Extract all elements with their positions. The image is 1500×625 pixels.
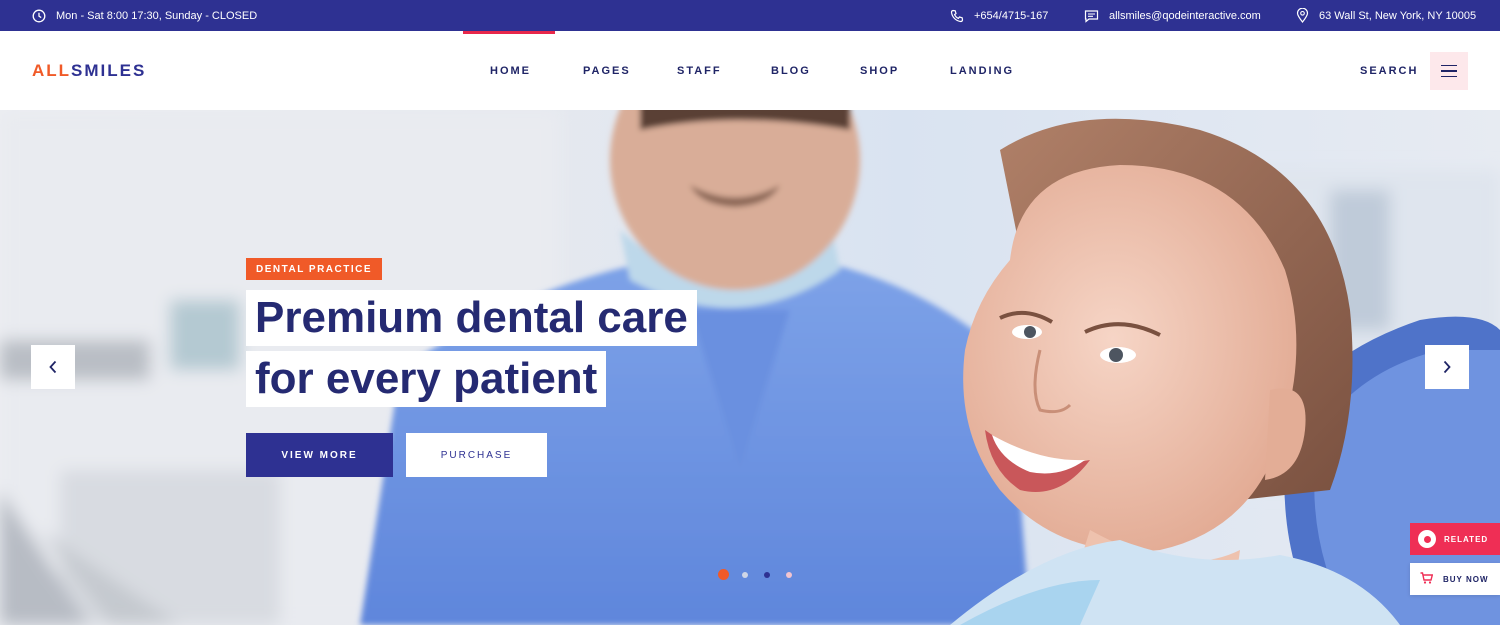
- slider-dot-1[interactable]: [718, 569, 729, 580]
- address-text: 63 Wall St, New York, NY 10005: [1319, 9, 1477, 22]
- opening-hours: Mon - Sat 8:00 17:30, Sunday - CLOSED: [32, 0, 257, 31]
- nav-item-blog[interactable]: BLOG: [771, 31, 811, 110]
- phone-contact[interactable]: +654/4715-167: [950, 0, 1048, 31]
- slider-dot-4[interactable]: [786, 571, 792, 578]
- address-contact: 63 Wall St, New York, NY 10005: [1296, 0, 1476, 31]
- opening-hours-text: Mon - Sat 8:00 17:30, Sunday - CLOSED: [56, 9, 258, 22]
- cart-icon: [1420, 572, 1434, 586]
- related-widget[interactable]: RELATED: [1410, 523, 1500, 555]
- logo-part-smiles: SMILES: [71, 61, 147, 80]
- hero-headline-line1: Premium dental care: [246, 290, 697, 346]
- nav-item-staff[interactable]: STAFF: [677, 31, 722, 110]
- hero-slider: DENTAL PRACTICE Premium dental care for …: [0, 110, 1500, 625]
- hamburger-icon[interactable]: [1430, 52, 1468, 90]
- slider-next-button[interactable]: [1425, 345, 1469, 389]
- chevron-left-icon: [49, 360, 57, 374]
- related-icon: [1418, 530, 1436, 548]
- message-icon: [1084, 9, 1099, 23]
- top-info-bar: Mon - Sat 8:00 17:30, Sunday - CLOSED +6…: [0, 0, 1500, 31]
- buy-now-widget[interactable]: BUY NOW: [1410, 563, 1500, 595]
- email-address[interactable]: allsmiles@qodeinteractive.com: [1109, 10, 1261, 22]
- slider-dot-2[interactable]: [742, 571, 748, 578]
- phone-icon: [950, 9, 964, 23]
- location-pin-icon: [1296, 8, 1309, 23]
- nav-item-shop[interactable]: SHOP: [860, 31, 899, 110]
- nav-item-pages[interactable]: PAGES: [583, 31, 631, 110]
- email-contact[interactable]: allsmiles@qodeinteractive.com: [1084, 0, 1261, 31]
- logo[interactable]: ALLSMILES: [32, 61, 146, 81]
- nav-item-landing[interactable]: LANDING: [950, 31, 1014, 110]
- hero-headline-line2: for every patient: [246, 351, 607, 407]
- nav-item-home[interactable]: HOME: [463, 31, 555, 110]
- slider-dot-3[interactable]: [764, 571, 770, 578]
- main-header: ALLSMILES HOME PAGES STAFF BLOG SHOP LAN…: [0, 31, 1500, 110]
- buy-now-label: BUY NOW: [1443, 574, 1489, 584]
- purchase-button[interactable]: PURCHASE: [406, 433, 547, 477]
- logo-part-all: ALL: [32, 61, 72, 80]
- chevron-right-icon: [1443, 360, 1451, 374]
- phone-number[interactable]: +654/4715-167: [974, 10, 1048, 22]
- clock-icon: [32, 9, 46, 23]
- related-label: RELATED: [1444, 534, 1489, 544]
- view-more-button[interactable]: VIEW MORE: [246, 433, 393, 477]
- hero-photo: [0, 110, 1500, 625]
- slider-prev-button[interactable]: [31, 345, 75, 389]
- category-badge: DENTAL PRACTICE: [246, 258, 383, 280]
- slider-pagination: [718, 569, 808, 580]
- search-link[interactable]: SEARCH: [1360, 31, 1418, 110]
